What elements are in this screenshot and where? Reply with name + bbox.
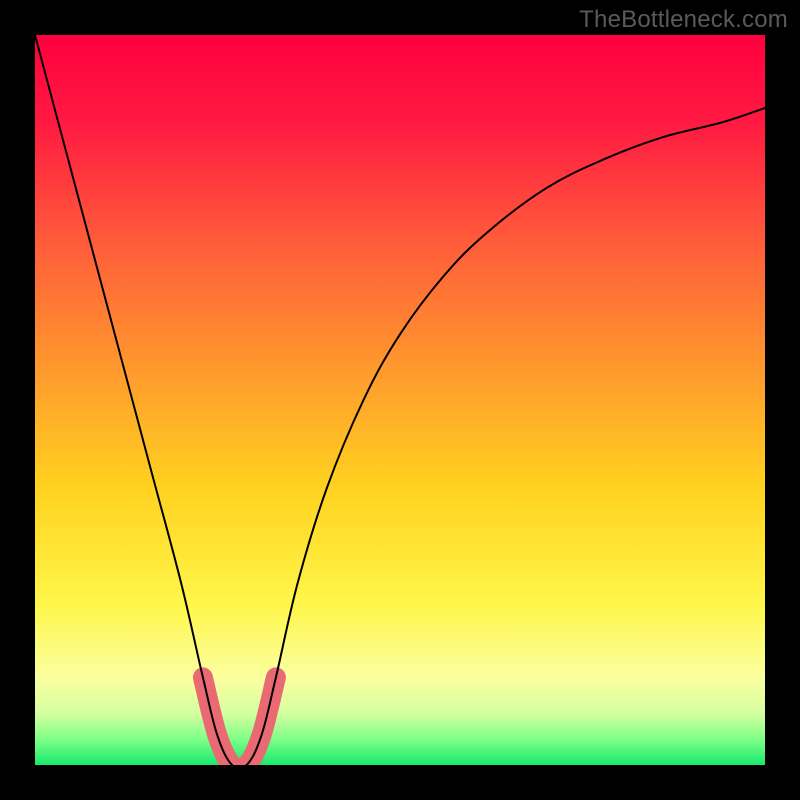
plot-area bbox=[35, 35, 765, 765]
chart-frame: TheBottleneck.com bbox=[0, 0, 800, 800]
gradient-background bbox=[35, 35, 765, 765]
watermark-text: TheBottleneck.com bbox=[579, 6, 788, 34]
bottleneck-chart bbox=[35, 35, 765, 765]
